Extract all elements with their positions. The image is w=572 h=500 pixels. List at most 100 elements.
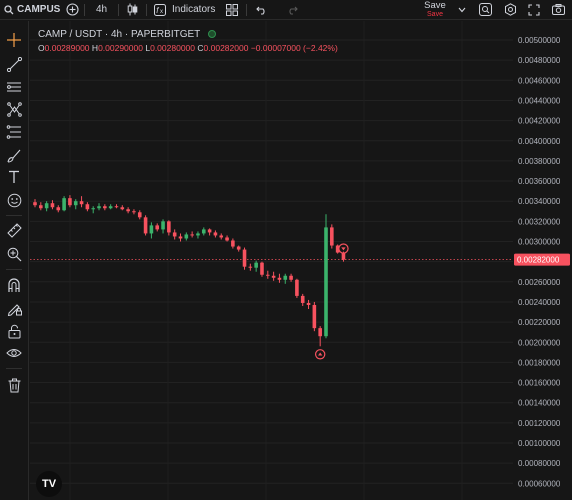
pattern-icon <box>6 101 22 117</box>
candle-body <box>79 201 84 205</box>
candle-body <box>56 207 61 211</box>
trend-line-tool-button[interactable] <box>4 54 24 74</box>
text-tool-button[interactable] <box>4 167 24 187</box>
tradingview-logo[interactable]: TV <box>36 471 62 497</box>
quick-search-button[interactable] <box>479 0 492 20</box>
symbol-label: CAMPUS <box>17 4 61 15</box>
ruler-tool-button[interactable] <box>4 220 24 240</box>
candle-body <box>219 235 224 238</box>
lock-drawings-tool-button[interactable] <box>4 321 24 341</box>
chart-type-button[interactable] <box>127 0 138 20</box>
lock-draw-icon <box>7 303 22 316</box>
zoom-in-tool-button[interactable] <box>4 244 24 264</box>
y-tick-label: 0.00240000 <box>518 298 561 307</box>
candle-body <box>213 232 218 236</box>
signal-arrow-up <box>317 352 323 356</box>
candle-body <box>62 198 66 211</box>
candle-body <box>283 275 288 280</box>
symbol-search-button[interactable]: CAMPUS <box>4 0 60 20</box>
candle-body <box>242 249 247 267</box>
save-dropdown-button[interactable] <box>458 0 466 20</box>
candles <box>33 195 346 347</box>
candle-body <box>266 274 270 276</box>
chart-legend-title: CAMP / USDT · 4h · PAPERBITGET <box>38 29 201 40</box>
save-button[interactable]: Save Save <box>418 1 452 19</box>
fullscreen-button[interactable] <box>528 0 540 20</box>
undo-button[interactable] <box>256 0 268 20</box>
trash-icon <box>8 378 20 392</box>
toolbar-divider <box>146 4 147 16</box>
interval-label: 4h <box>96 4 108 15</box>
candle-body <box>178 236 183 239</box>
y-tick-label: 0.00160000 <box>518 379 561 388</box>
last-price-label: 0.00282000 <box>517 256 560 265</box>
price-axis[interactable]: 0.00500000 0.00480000 0.00460000 0.00440000… <box>514 36 570 500</box>
y-tick-label: 0.00340000 <box>518 197 561 206</box>
candle-body <box>126 209 130 212</box>
brush-icon <box>6 149 20 162</box>
indicators-label: Indicators <box>172 4 216 15</box>
candle-body <box>300 295 305 303</box>
high-value: 0.00290000 <box>98 43 143 53</box>
signal-arrow-down <box>341 247 346 251</box>
fib-tool-button[interactable] <box>4 122 24 142</box>
open-value: 0.00289000 <box>44 43 90 53</box>
toolbar-divider <box>246 4 247 16</box>
candle-body <box>225 237 229 241</box>
horizontal-lines-tool-button[interactable] <box>4 77 24 97</box>
candle-body <box>289 275 293 280</box>
chart-legend-ohlc: O0.00289000 H0.00290000 L0.00280000 C0.0… <box>38 43 338 53</box>
candle-body <box>68 198 72 206</box>
candle-body <box>149 225 154 234</box>
candle-body <box>330 227 334 246</box>
candle-body <box>172 232 177 237</box>
y-tick-label: 0.00420000 <box>518 117 561 126</box>
grid-layout-icon <box>226 3 238 16</box>
candle-body <box>143 217 148 234</box>
eye-icon <box>6 349 22 357</box>
layouts-button[interactable] <box>226 0 238 20</box>
candle-body <box>108 206 113 209</box>
interval-button[interactable]: 4h <box>96 0 107 20</box>
hide-drawings-tool-button[interactable] <box>4 343 24 363</box>
top-toolbar: CAMPUS 4h fx Indicators Save Save <box>0 0 572 20</box>
add-symbol-button[interactable] <box>66 0 79 20</box>
emoji-tool-button[interactable] <box>4 190 24 210</box>
settings-button[interactable] <box>504 0 517 20</box>
remove-drawings-tool-button[interactable] <box>4 375 24 395</box>
candle-body <box>155 225 160 230</box>
indicators-icon: fx <box>154 3 166 16</box>
redo-icon <box>286 5 298 15</box>
zoom-in-icon <box>7 247 21 261</box>
candle-body <box>248 266 253 268</box>
candle-body <box>114 206 119 208</box>
close-value: 0.00282000 <box>203 43 249 53</box>
y-tick-label: 0.00120000 <box>518 419 561 428</box>
candle-body <box>324 227 328 337</box>
crosshair-tool-button[interactable] <box>4 30 24 50</box>
y-tick-label: 0.00260000 <box>518 278 561 287</box>
candle-body <box>120 207 125 210</box>
change-value: −0.00007000 (−2.42%) <box>250 43 338 53</box>
chart-pane[interactable]: 0.00500000 0.00480000 0.00460000 0.00440000… <box>30 21 572 500</box>
pattern-tool-button[interactable] <box>4 99 24 119</box>
y-tick-label: 0.00320000 <box>518 217 561 226</box>
candle-body <box>306 302 311 305</box>
save-label: Save <box>424 0 446 11</box>
y-tick-label: 0.00180000 <box>518 358 561 367</box>
indicators-button[interactable]: fx Indicators <box>154 0 215 20</box>
ruler-icon <box>6 222 22 238</box>
svg-text:f: f <box>156 6 159 15</box>
toolbar-divider <box>118 4 119 16</box>
magnet-tool-button[interactable] <box>4 275 24 295</box>
snapshot-button[interactable] <box>552 0 565 20</box>
price-chart[interactable]: 0.00500000 0.00480000 0.00460000 0.00440000… <box>30 21 572 500</box>
candle-body <box>190 234 194 236</box>
fullscreen-icon <box>528 3 540 16</box>
candle-body <box>44 203 49 209</box>
stay-drawing-tool-button[interactable] <box>4 298 24 318</box>
redo-button[interactable] <box>286 0 298 20</box>
brush-tool-button[interactable] <box>4 145 24 165</box>
candle-body <box>85 204 90 210</box>
candle-body <box>50 203 55 208</box>
